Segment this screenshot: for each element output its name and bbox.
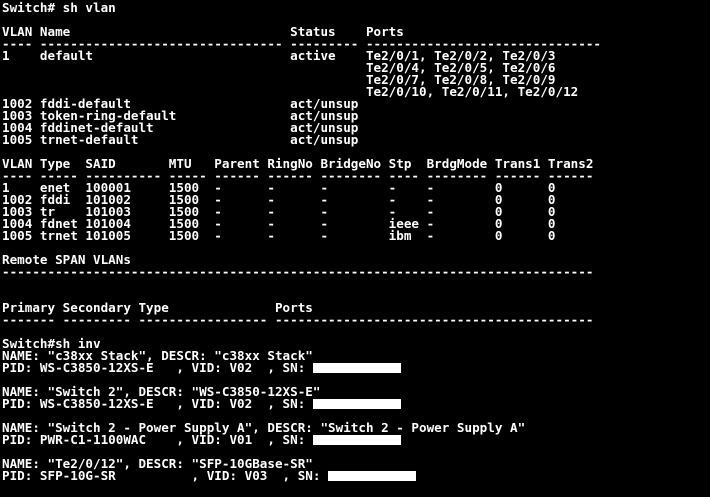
terminal-line: Switch# sh vlan	[2, 0, 710, 15]
terminal-line-text: 1005 trnet-default act/unsup	[2, 132, 359, 147]
terminal-line: 1005 trnet-default act/unsup	[2, 132, 710, 147]
terminal-line: PID: PWR-C1-1100WAC , VID: V01 , SN:	[2, 432, 710, 447]
terminal-line-text: PID: WS-C3850-12XS-E , VID: V02 , SN:	[2, 360, 313, 375]
terminal-line-text: PID: WS-C3850-12XS-E , VID: V02 , SN:	[2, 396, 313, 411]
terminal-line-text: 1005 trnet 101005 1500 - - - ibm - 0 0	[2, 228, 556, 243]
terminal-line-text: Switch# sh vlan	[2, 0, 116, 15]
terminal-line: ----------------------------------------…	[2, 264, 710, 279]
terminal-line-text: PID: PWR-C1-1100WAC , VID: V01 , SN:	[2, 432, 313, 447]
terminal-line-text: PID: SFP-10G-SR , VID: V03 , SN:	[2, 468, 329, 483]
redacted-serial-number	[312, 399, 401, 409]
redacted-serial-number	[328, 471, 417, 481]
terminal-line: PID: WS-C3850-12XS-E , VID: V02 , SN:	[2, 360, 710, 375]
terminal-line: PID: WS-C3850-12XS-E , VID: V02 , SN:	[2, 396, 710, 411]
terminal-line: PID: SFP-10G-SR , VID: V03 , SN:	[2, 468, 710, 483]
terminal-line-text: ----------------------------------------…	[2, 264, 594, 279]
redacted-serial-number	[312, 435, 401, 445]
terminal-line: ------- --------- ----------------- ----…	[2, 312, 710, 327]
redacted-serial-number	[312, 363, 401, 373]
terminal-line-text: ------- --------- ----------------- ----…	[2, 312, 594, 327]
terminal-line: 1005 trnet 101005 1500 - - - ibm - 0 0	[2, 228, 710, 243]
terminal-output[interactable]: Switch# sh vlan VLAN Name Status Ports ---…	[2, 0, 710, 497]
